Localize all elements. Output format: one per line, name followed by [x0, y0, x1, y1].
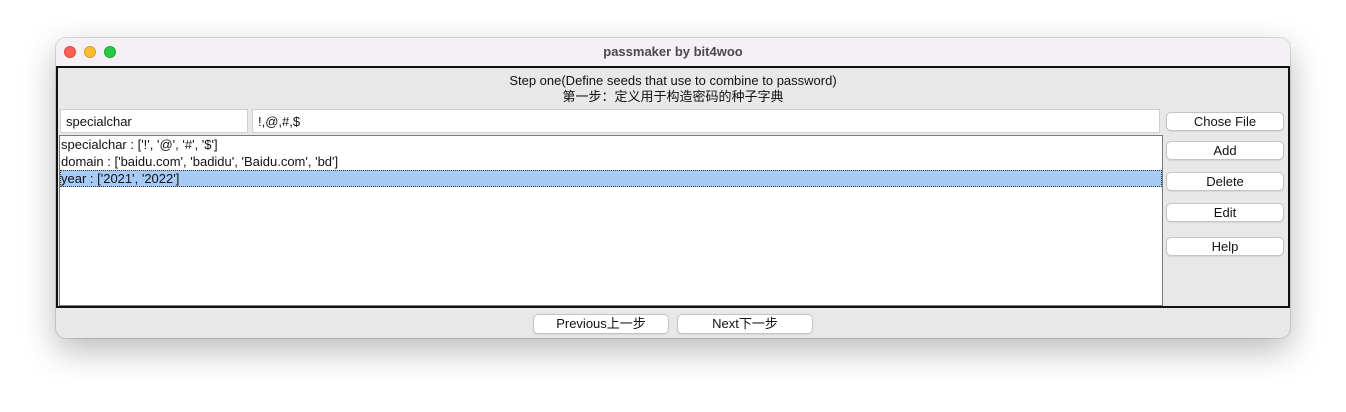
- seed-list-item[interactable]: domain : ['baidu.com', 'badidu', 'Baidu.…: [60, 153, 1162, 170]
- seed-panel: Step one(Define seeds that use to combin…: [56, 66, 1290, 308]
- add-button[interactable]: Add: [1166, 141, 1284, 160]
- seed-name-input[interactable]: [60, 109, 248, 133]
- window-title: passmaker by bit4woo: [603, 44, 743, 59]
- next-button[interactable]: Next下一步: [677, 314, 813, 334]
- delete-button[interactable]: Delete: [1166, 172, 1284, 191]
- help-button[interactable]: Help: [1166, 237, 1284, 256]
- previous-button[interactable]: Previous上一步: [533, 314, 669, 334]
- edit-button[interactable]: Edit: [1166, 203, 1284, 222]
- chose-file-button[interactable]: Chose File: [1166, 112, 1284, 131]
- step-title-chinese: 第一步：定义用于构造密码的种子字典: [562, 89, 784, 104]
- seed-list-item-selected[interactable]: year : ['2021', '2022']: [60, 170, 1162, 187]
- step-title-english: Step one(Define seeds that use to combin…: [509, 73, 837, 88]
- app-window: passmaker by bit4woo Step one(Define see…: [56, 38, 1290, 338]
- title-bar[interactable]: passmaker by bit4woo: [56, 38, 1290, 67]
- seed-values-input[interactable]: [252, 109, 1160, 133]
- seed-list-item[interactable]: specialchar : ['!', '@', '#', '$']: [60, 136, 1162, 153]
- seed-listbox[interactable]: specialchar : ['!', '@', '#', '$'] domai…: [59, 135, 1163, 306]
